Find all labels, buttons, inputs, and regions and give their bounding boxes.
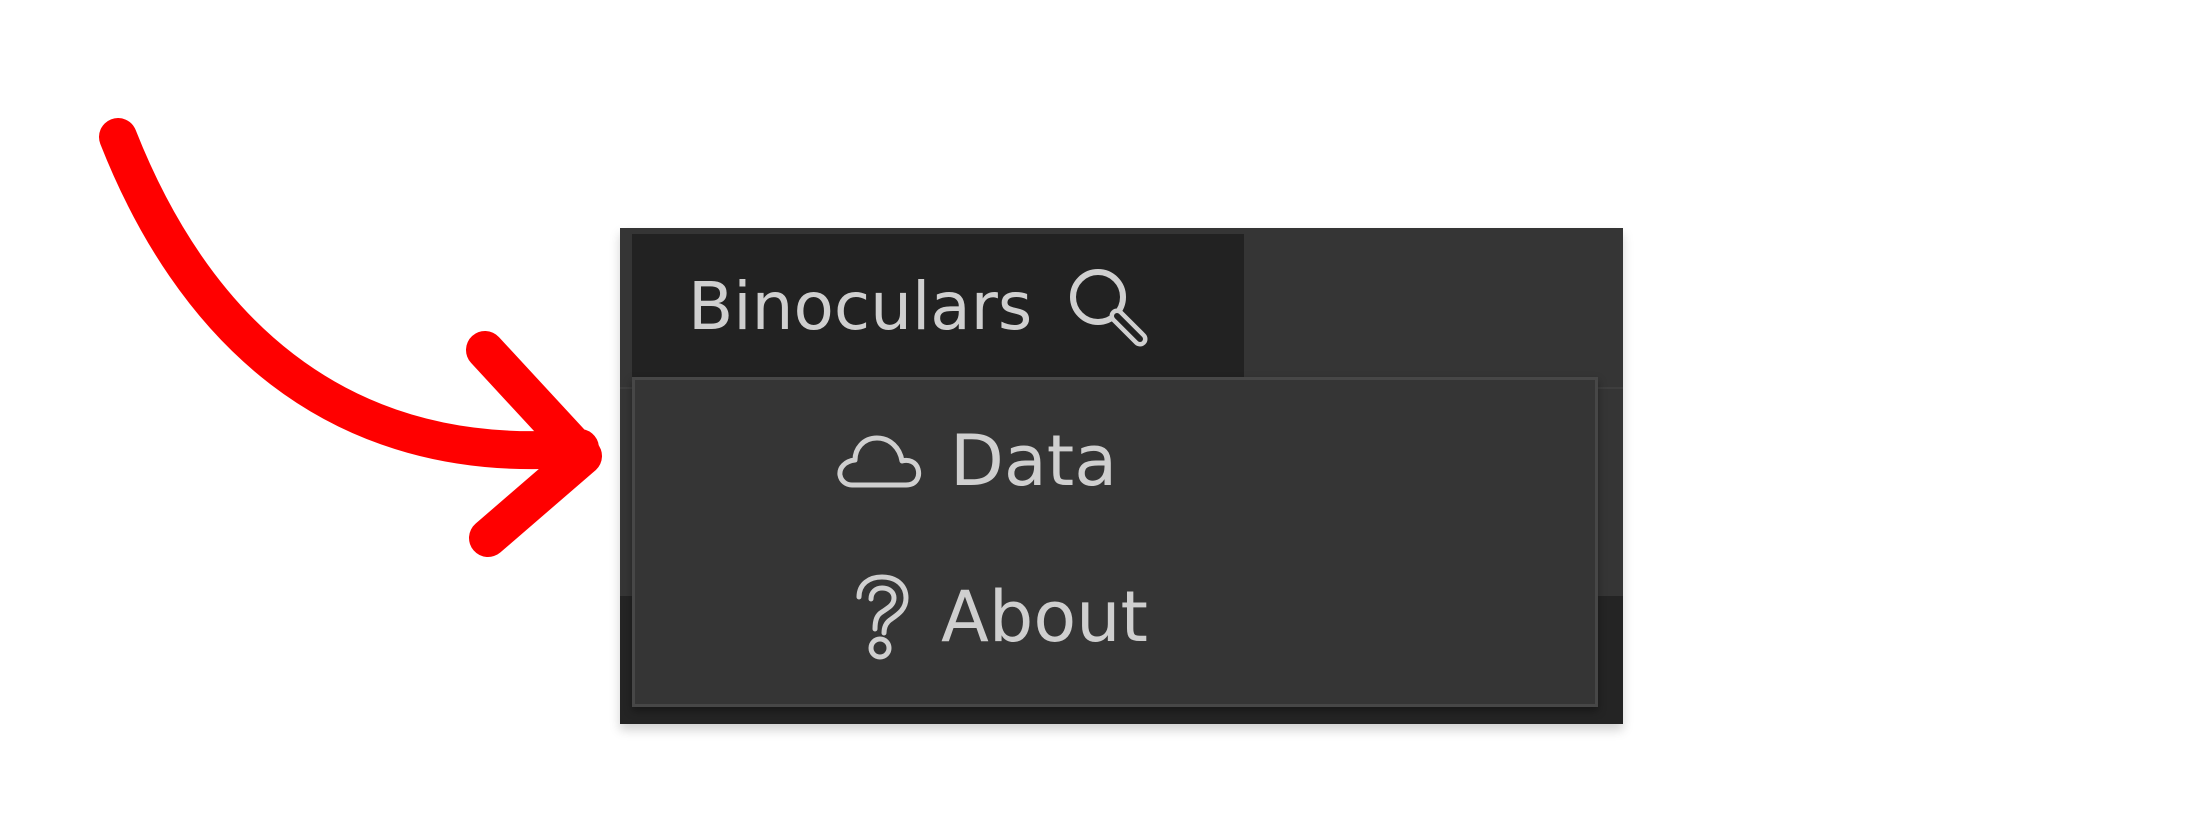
menu-binoculars-label: Binoculars: [688, 268, 1033, 345]
menu-item-data[interactable]: Data: [635, 386, 1595, 536]
menu-binoculars[interactable]: Binoculars: [632, 234, 1244, 380]
menu-item-data-label: Data: [950, 420, 1118, 502]
magnifier-icon: [1070, 269, 1148, 347]
menu-item-about-label: About: [941, 576, 1148, 658]
cloud-icon: [837, 435, 922, 488]
app-window: Binoculars Data About: [620, 228, 1623, 724]
menu-item-about[interactable]: About: [635, 542, 1595, 692]
menubar: Binoculars: [620, 228, 1623, 389]
dropdown-menu: Data About: [632, 377, 1598, 707]
question-icon: [856, 574, 909, 660]
